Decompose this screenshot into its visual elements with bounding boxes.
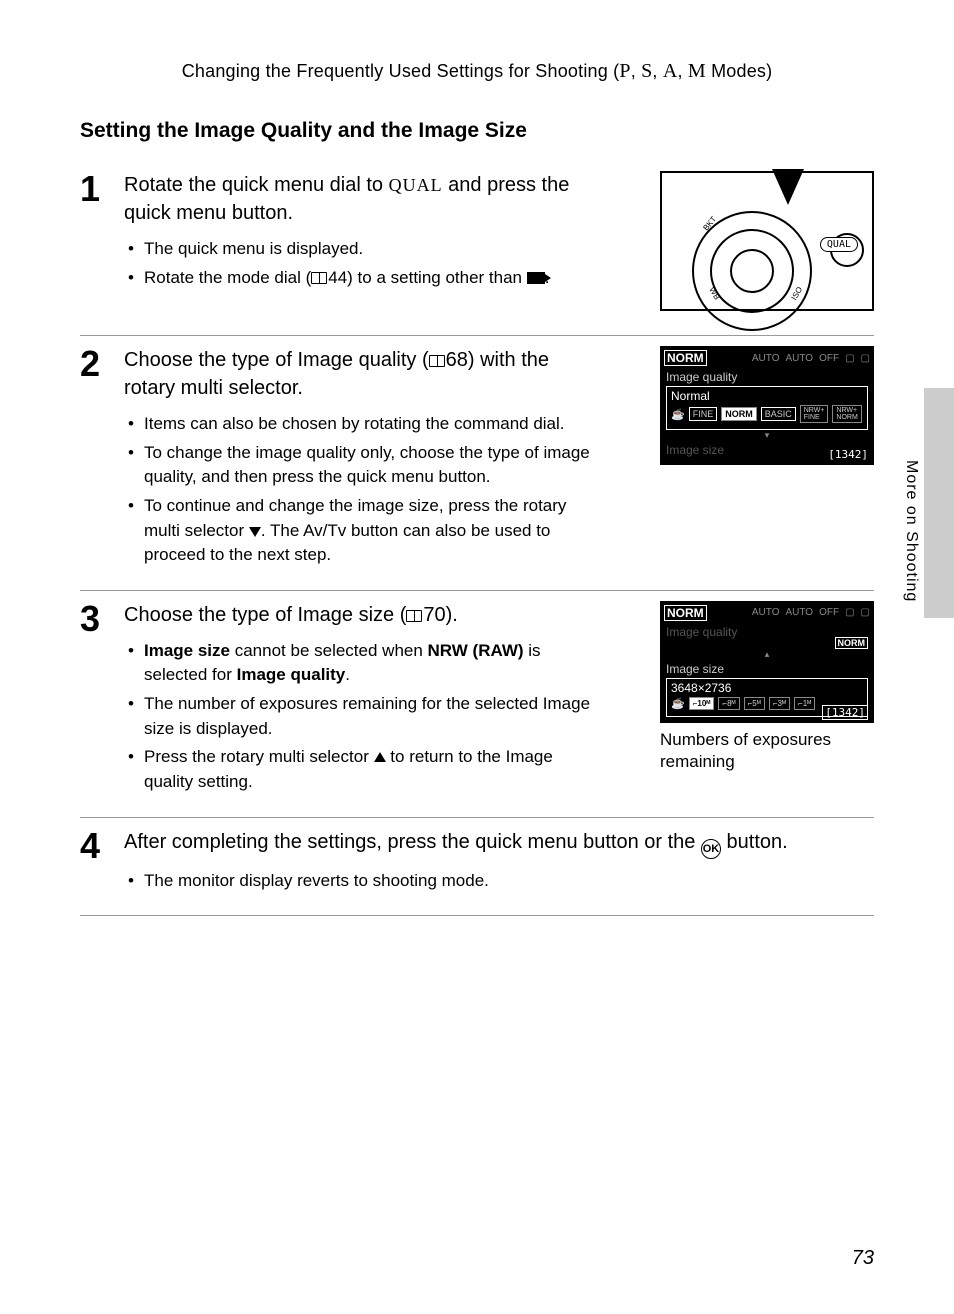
movie-mode-icon	[527, 272, 545, 284]
header-line: Changing the Frequently Used Settings fo…	[80, 60, 874, 83]
step-title: After completing the settings, press the…	[124, 828, 874, 859]
side-section-label: More on Shooting	[902, 460, 920, 602]
opt-basic: BASIC	[761, 407, 796, 421]
qual-text-icon: QUAL	[389, 175, 443, 195]
opt-8m: ⌐8ᴹ	[718, 697, 739, 710]
t: cannot be selected when	[230, 641, 428, 660]
t: AUTO	[752, 353, 780, 364]
opt-10m: ⌐10ᴹ	[689, 697, 715, 710]
step-title: Choose the type of Image size ( 70).	[124, 601, 604, 629]
opt-3m: ⌐3ᴹ	[769, 697, 790, 710]
opt-nrw-fine: NRW+FINE	[800, 405, 829, 423]
opt-norm: NORM	[721, 407, 757, 421]
page: Changing the Frequently Used Settings fo…	[0, 0, 954, 1314]
lcd-active-value: Normal	[671, 389, 865, 403]
step-number: 2	[80, 346, 124, 572]
t: button.	[721, 831, 788, 853]
list-item: To continue and change the image size, p…	[128, 494, 594, 568]
t: OFF	[819, 353, 839, 364]
t: After completing the settings, press the…	[124, 831, 701, 853]
lcd-figure-quality: NORM AUTO AUTO OFF ▢▢ Image quality Norm…	[660, 346, 874, 465]
lcd-exposure-count: [1342]	[822, 706, 868, 719]
lcd-screen: NORM AUTO AUTO OFF ▢▢ Image quality Norm…	[660, 346, 874, 465]
t: OFF	[819, 607, 839, 618]
ok-button-icon: OK	[701, 839, 721, 859]
figure-caption: Numbers of exposures remaining	[660, 729, 874, 773]
list-item: Rotate the mode dial ( 44) to a setting o…	[128, 266, 594, 291]
t: Choose the type of Image quality (	[124, 349, 429, 371]
t: AUTO	[752, 607, 780, 618]
t: Rotate the mode dial (	[144, 268, 311, 287]
bullet-list: The quick menu is displayed. Rotate the …	[124, 237, 594, 290]
step-number: 4	[80, 828, 124, 898]
t: Image quality	[237, 665, 346, 684]
list-item: Items can also be chosen by rotating the…	[128, 412, 594, 437]
lcd-active-value: 3648×2736	[671, 681, 865, 695]
side-tab	[924, 388, 954, 618]
opt-fine: FINE	[689, 407, 718, 421]
qual-dial-label: QUAL	[820, 237, 858, 252]
book-icon	[406, 610, 422, 622]
step-3: 3 NORM AUTO AUTO OFF ▢▢ Image quality NO…	[80, 591, 874, 818]
t: .	[345, 665, 350, 684]
t: 44) to a setting other than	[328, 268, 526, 287]
list-item: The number of exposures remaining for th…	[128, 692, 594, 741]
step-title: Rotate the quick menu dial to QUAL and p…	[124, 171, 604, 227]
opt-nrw-norm: NRW+NORM	[832, 405, 861, 423]
mode-s: S	[641, 60, 652, 82]
list-item: Press the rotary multi selector to retur…	[128, 745, 594, 794]
header-prefix: Changing the Frequently Used Settings fo…	[182, 61, 620, 81]
arrow-down-icon	[772, 169, 804, 205]
down-triangle-icon	[249, 527, 261, 537]
lcd-exposure-count: [1342]	[828, 448, 868, 461]
header-suffix: Modes)	[706, 61, 772, 81]
book-icon	[311, 272, 327, 284]
step-title: Choose the type of Image quality (68) wi…	[124, 346, 604, 402]
list-item: Image size cannot be selected when NRW (…	[128, 639, 594, 688]
t: Image size	[144, 641, 230, 660]
t: Press the rotary multi selector	[144, 747, 374, 766]
up-triangle-icon	[374, 752, 386, 762]
t: AUTO	[785, 353, 813, 364]
list-item: The quick menu is displayed.	[128, 237, 594, 262]
bullet-list: Items can also be chosen by rotating the…	[124, 412, 594, 568]
bullet-list: Image size cannot be selected when NRW (…	[124, 639, 594, 795]
opt-1m: ⌐1ᴹ	[794, 697, 815, 710]
t: NRW (RAW)	[428, 641, 524, 660]
t: 70).	[423, 604, 457, 626]
t: Rotate the quick menu dial to	[124, 174, 389, 196]
list-item: To change the image quality only, choose…	[128, 441, 594, 490]
lcd-options: ☕ FINE NORM BASIC NRW+FINE NRW+NORM	[671, 405, 863, 423]
lcd-active-label: Image size	[666, 662, 868, 676]
step-number: 1	[80, 171, 124, 317]
opt-5m: ⌐5ᴹ	[744, 697, 765, 710]
mode-p: P	[619, 60, 630, 82]
lcd-norm-box: NORM	[835, 637, 869, 649]
t: Choose the type of Image size (	[124, 604, 406, 626]
bullet-list: The monitor display reverts to shooting …	[124, 869, 594, 894]
book-icon	[429, 355, 445, 367]
lcd-figure-size: NORM AUTO AUTO OFF ▢▢ Image quality NORM…	[660, 601, 874, 773]
section-subheading: Setting the Image Quality and the Image …	[80, 119, 874, 143]
lcd-active-label: Image quality	[666, 370, 868, 384]
lcd-norm-badge: NORM	[664, 350, 707, 366]
step-number: 3	[80, 601, 124, 799]
step-4: 4 After completing the settings, press t…	[80, 818, 874, 917]
step-2: 2 NORM AUTO AUTO OFF ▢▢ Image quality No…	[80, 336, 874, 591]
step-1: 1 QUAL BKT WB ISO Rotate the quick menu …	[80, 161, 874, 336]
t: AUTO	[785, 607, 813, 618]
mode-m: M	[688, 60, 706, 82]
lcd-norm-badge: NORM	[664, 605, 707, 621]
dial-illustration: QUAL BKT WB ISO	[660, 171, 874, 311]
page-number: 73	[852, 1247, 874, 1270]
list-item: The monitor display reverts to shooting …	[128, 869, 594, 894]
mode-a: A	[663, 60, 678, 82]
lcd-screen: NORM AUTO AUTO OFF ▢▢ Image quality NORM…	[660, 601, 874, 723]
